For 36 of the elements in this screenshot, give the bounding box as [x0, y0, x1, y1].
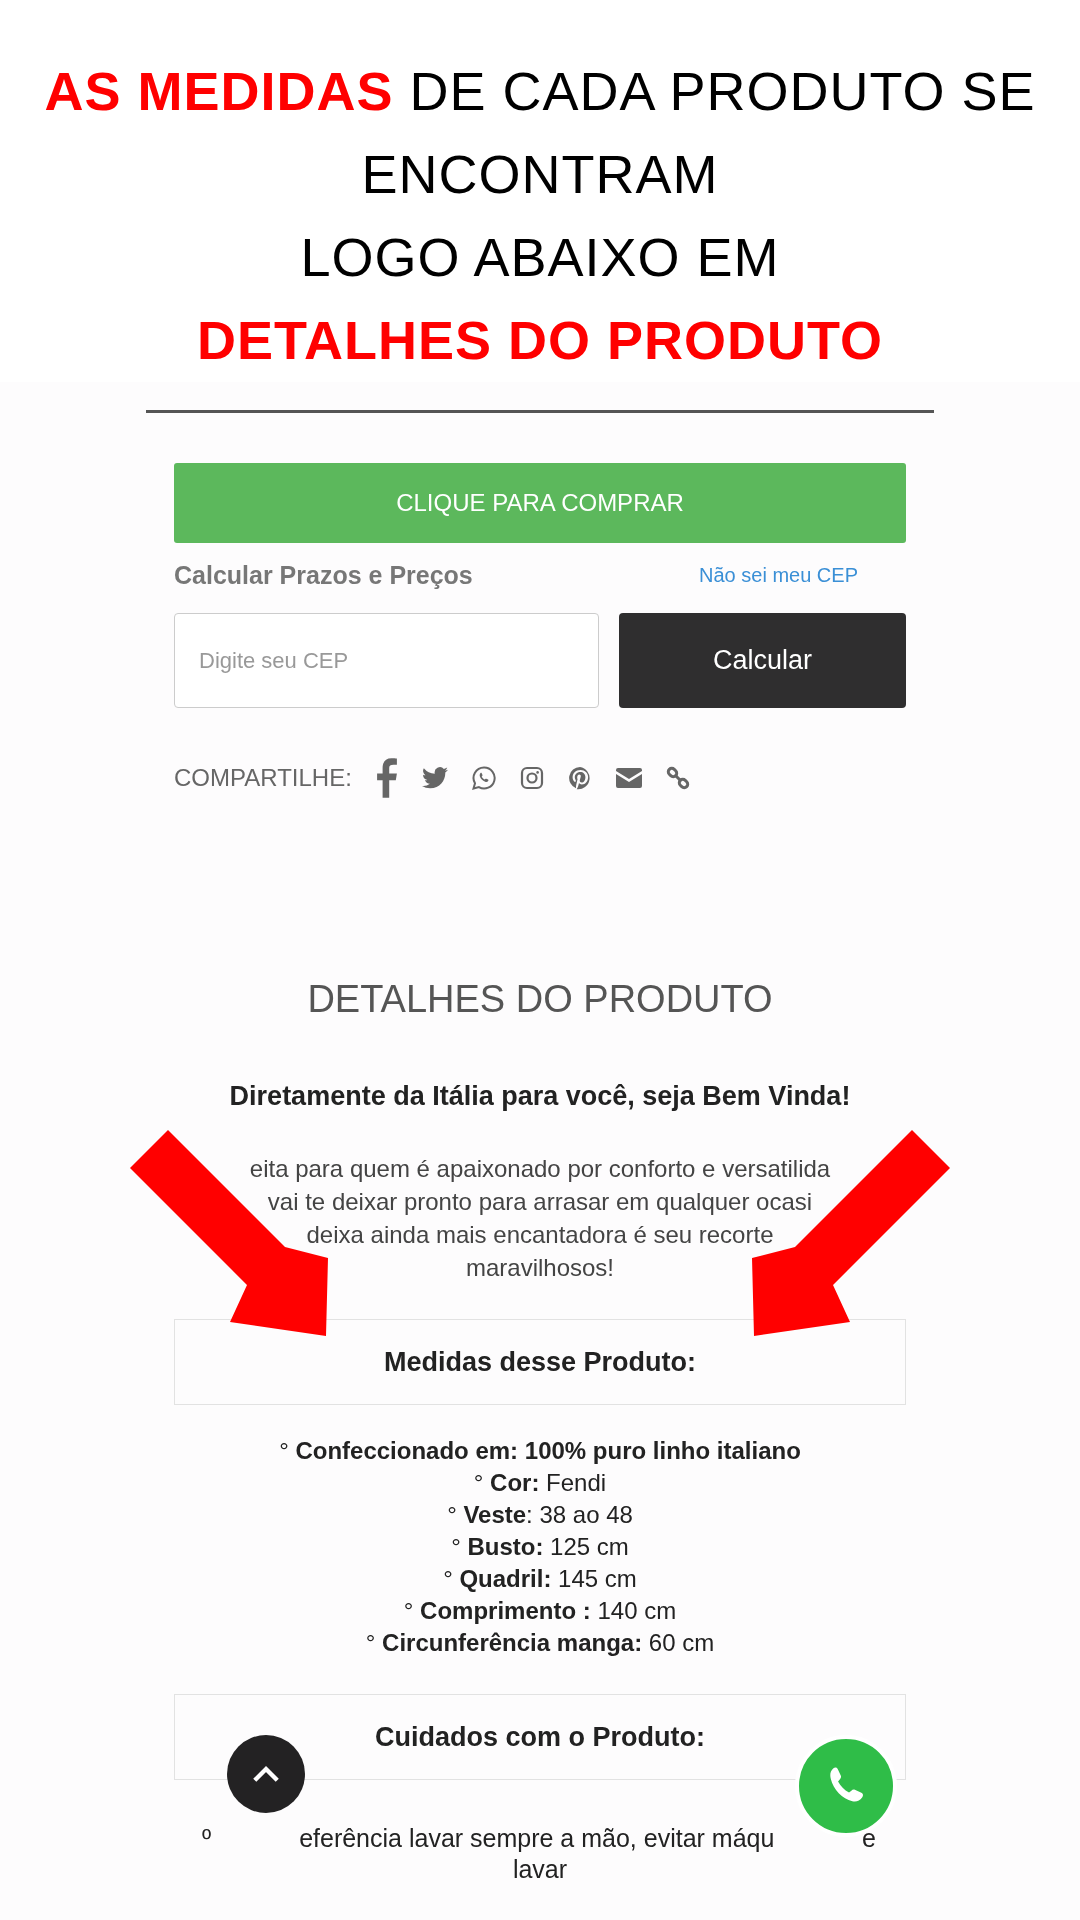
care-text: eferência lavar sempre a mão, evitar máqu: [299, 1824, 775, 1853]
measure-text: ° Busto: 125 cm: [451, 1532, 629, 1562]
bird-icon[interactable]: [421, 767, 448, 789]
measure-text: ° Cor: Fendi: [473, 1468, 607, 1498]
intro-text: eita para quem é apaixonado por conforto e versatilida: [249, 1154, 831, 1184]
shipping-title: Calcular Prazos e Preços: [174, 560, 473, 590]
buy-button[interactable]: CLIQUE PARA COMPRAR: [174, 463, 906, 543]
measure-text: ° Comprimento : 140 cm: [403, 1596, 677, 1626]
pin-icon[interactable]: [567, 766, 592, 790]
measure-text: ° Veste: 38 ao 48: [447, 1500, 633, 1530]
banner-text: AS MEDIDAS DE CADA PRODUTO SE: [44, 60, 1036, 123]
section-heading: DETALHES DO PRODUTO: [306, 978, 774, 1021]
measure-text: ° Confeccionado em: 100% puro linho italiano: [279, 1436, 801, 1466]
measure-text: ° Circunferência manga: 60 cm: [365, 1628, 715, 1658]
cep-help-link[interactable]: Não sei meu CEP: [699, 563, 858, 587]
care-text: º: [202, 1824, 212, 1853]
cep-field[interactable]: Digite seu CEP: [174, 613, 599, 708]
banner-text: DETALHES DO PRODUTO: [196, 309, 883, 372]
measure-text: ° Quadril: 145 cm: [443, 1564, 637, 1594]
envelope-icon[interactable]: [615, 768, 642, 788]
calculate-button[interactable]: Calcular: [619, 613, 906, 708]
share-label: COMPARTILHE:: [174, 764, 352, 792]
welcome-text: Diretamente da Itália para você, seja Bem Vinda!: [228, 1081, 852, 1112]
intro-text: vai te deixar pronto para arrasar em qualquer ocasi: [267, 1187, 813, 1217]
care-heading: Cuidados com o Produto:: [174, 1694, 906, 1780]
intro-text: deixa ainda mais encantadora é seu recorte: [306, 1220, 774, 1250]
banner-text: ENCONTRAM: [361, 143, 719, 206]
chain-link-icon[interactable]: [665, 766, 690, 790]
measures-heading: Medidas desse Produto:: [174, 1319, 906, 1405]
care-text: e: [862, 1824, 876, 1853]
camera-icon[interactable]: [519, 766, 544, 790]
facebook-icon[interactable]: [375, 758, 398, 798]
care-text: lavar: [511, 1855, 569, 1884]
chat-phone-icon[interactable]: [471, 766, 496, 790]
banner-text: LOGO ABAIXO EM: [300, 226, 780, 289]
intro-text: maravilhosos!: [465, 1253, 615, 1283]
